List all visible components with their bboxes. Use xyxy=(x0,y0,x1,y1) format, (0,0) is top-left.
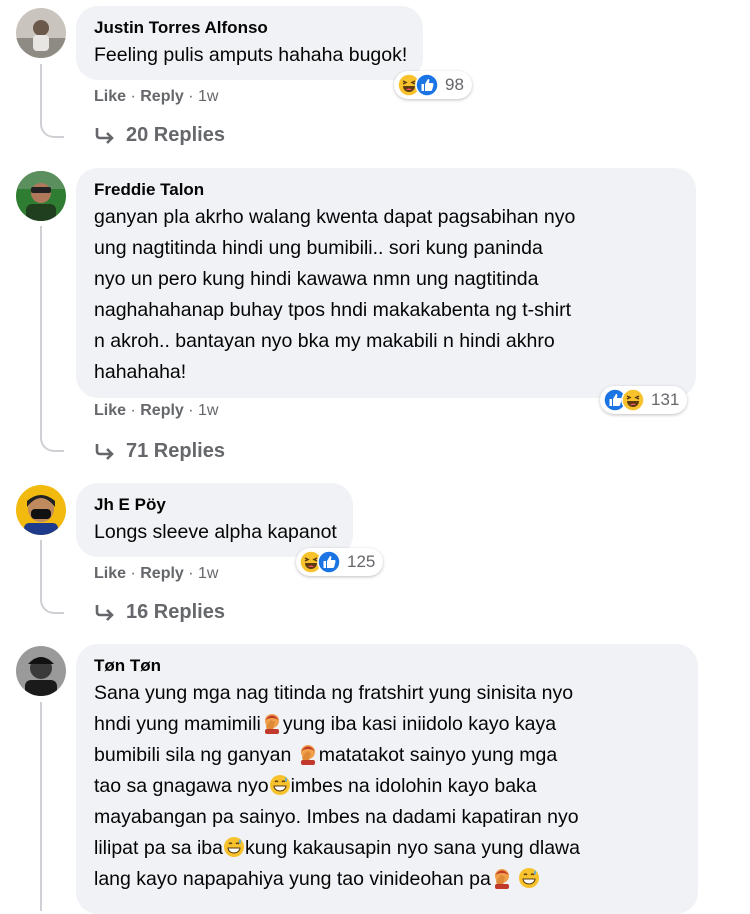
comment-text: Longs sleeve alpha kapanot xyxy=(94,521,337,543)
comment-bubble: Justin Torres Alfonso Feeling pulis ampu… xyxy=(76,6,424,80)
like-icon xyxy=(317,550,341,574)
reply-button[interactable]: Reply xyxy=(140,88,184,105)
comment-author[interactable]: Justin Torres Alfonso xyxy=(94,16,407,40)
thread-line xyxy=(40,226,42,436)
like-button[interactable]: Like xyxy=(94,565,126,582)
comment-text-line: naghahahanap buhay tpos hndi makakabenta… xyxy=(94,299,572,321)
thread-line xyxy=(40,64,42,122)
comment-text-line: hahahaha! xyxy=(94,361,187,383)
reaction-summary[interactable]: 98 xyxy=(394,71,472,99)
reaction-count: 125 xyxy=(347,552,376,571)
comment-actions: Like · Reply · 1w xyxy=(94,402,219,419)
comment-text: Feeling pulis amputs hahaha bugok! xyxy=(94,44,408,66)
comment-actions: Like · Reply · 1w xyxy=(94,565,219,582)
grin-sweat-emoji-icon xyxy=(519,868,540,888)
thread-line xyxy=(40,702,42,911)
reply-arrow-icon xyxy=(95,604,114,621)
thread-connector xyxy=(40,118,64,138)
grin-sweat-emoji-icon xyxy=(269,775,290,795)
replies-label: 16 Replies xyxy=(126,601,225,623)
comment-text-line: hndi yung mamimili yung iba kasi iniidolo… xyxy=(94,713,557,735)
comment-text-line: bumibili sila ng ganyan matatakot sainyo… xyxy=(94,744,558,766)
haha-icon xyxy=(621,388,645,412)
reaction-count: 131 xyxy=(651,390,680,409)
avatar[interactable] xyxy=(16,646,66,696)
avatar[interactable] xyxy=(16,8,66,58)
reply-button[interactable]: Reply xyxy=(140,565,184,582)
comment-text: Sana yung mga nag titinda ng fratshirt y… xyxy=(94,678,682,895)
comment-timestamp[interactable]: 1w xyxy=(198,565,218,582)
comment-author[interactable]: Tøn Tøn xyxy=(94,654,682,678)
comment-text-line: Sana yung mga nag titinda ng fratshirt y… xyxy=(94,682,574,704)
comment-text-line: n akroh.. bantayan nyo bka my makabili n… xyxy=(94,330,555,352)
comment-author[interactable]: Freddie Talon xyxy=(94,178,680,202)
comment-timestamp[interactable]: 1w xyxy=(198,88,218,105)
reply-arrow-icon xyxy=(95,127,114,144)
comment-text-line: tao sa gnagawa nyo imbes na idolohin kayo… xyxy=(94,775,537,797)
replies-label: 71 Replies xyxy=(126,440,225,462)
comment-bubble: Freddie Talon ganyan pla akrho walang kw… xyxy=(76,168,696,398)
comment-text: ganyan pla akrho walang kwenta dapat pag… xyxy=(94,202,680,388)
like-button[interactable]: Like xyxy=(94,402,126,419)
like-button[interactable]: Like xyxy=(94,88,126,105)
comment-author[interactable]: Jh E Pöy xyxy=(94,493,337,517)
replies-label: 20 Replies xyxy=(126,124,225,146)
facepalm-emoji-icon xyxy=(494,869,509,889)
comment-text-line: lang kayo napapahiya yung tao vinideohan… xyxy=(94,864,682,895)
like-icon xyxy=(415,73,439,97)
facepalm-emoji-icon xyxy=(264,714,279,734)
view-replies-button[interactable]: 20 Replies xyxy=(94,124,225,147)
comment-timestamp[interactable]: 1w xyxy=(198,402,218,419)
view-replies-button[interactable]: 71 Replies xyxy=(94,440,225,463)
thread-connector xyxy=(40,432,64,452)
comment-bubble: Jh E Pöy Longs sleeve alpha kapanot xyxy=(76,483,353,557)
comment-text-line: ung nagtitinda hindi ung bumibili.. sori… xyxy=(94,237,543,259)
comment-text-line: nyo un pero kung hindi kawawa nmn ung na… xyxy=(94,268,539,290)
reaction-summary[interactable]: 125 xyxy=(296,548,384,576)
thread-line xyxy=(40,540,42,598)
reply-button[interactable]: Reply xyxy=(140,402,184,419)
reaction-count: 98 xyxy=(445,75,464,94)
avatar[interactable] xyxy=(16,485,66,535)
reply-arrow-icon xyxy=(95,443,114,460)
comment-text-line: ganyan pla akrho walang kwenta dapat pag… xyxy=(94,206,576,228)
reaction-summary[interactable]: 131 xyxy=(600,386,688,414)
grin-sweat-emoji-icon xyxy=(224,837,244,857)
comment-actions: Like · Reply · 1w xyxy=(94,88,219,105)
facepalm-emoji-icon xyxy=(300,745,315,765)
view-replies-button[interactable]: 16 Replies xyxy=(94,601,225,624)
comment-text-line: mayabangan pa sainyo. Imbes na dadami ka… xyxy=(94,806,579,828)
comment-text-line: lilipat pa sa iba kung kakausapin nyo san… xyxy=(94,837,580,859)
comment-bubble: Tøn Tøn Sana yung mga nag titinda ng fra… xyxy=(76,644,698,914)
thread-connector xyxy=(40,594,64,614)
avatar[interactable] xyxy=(16,171,66,221)
